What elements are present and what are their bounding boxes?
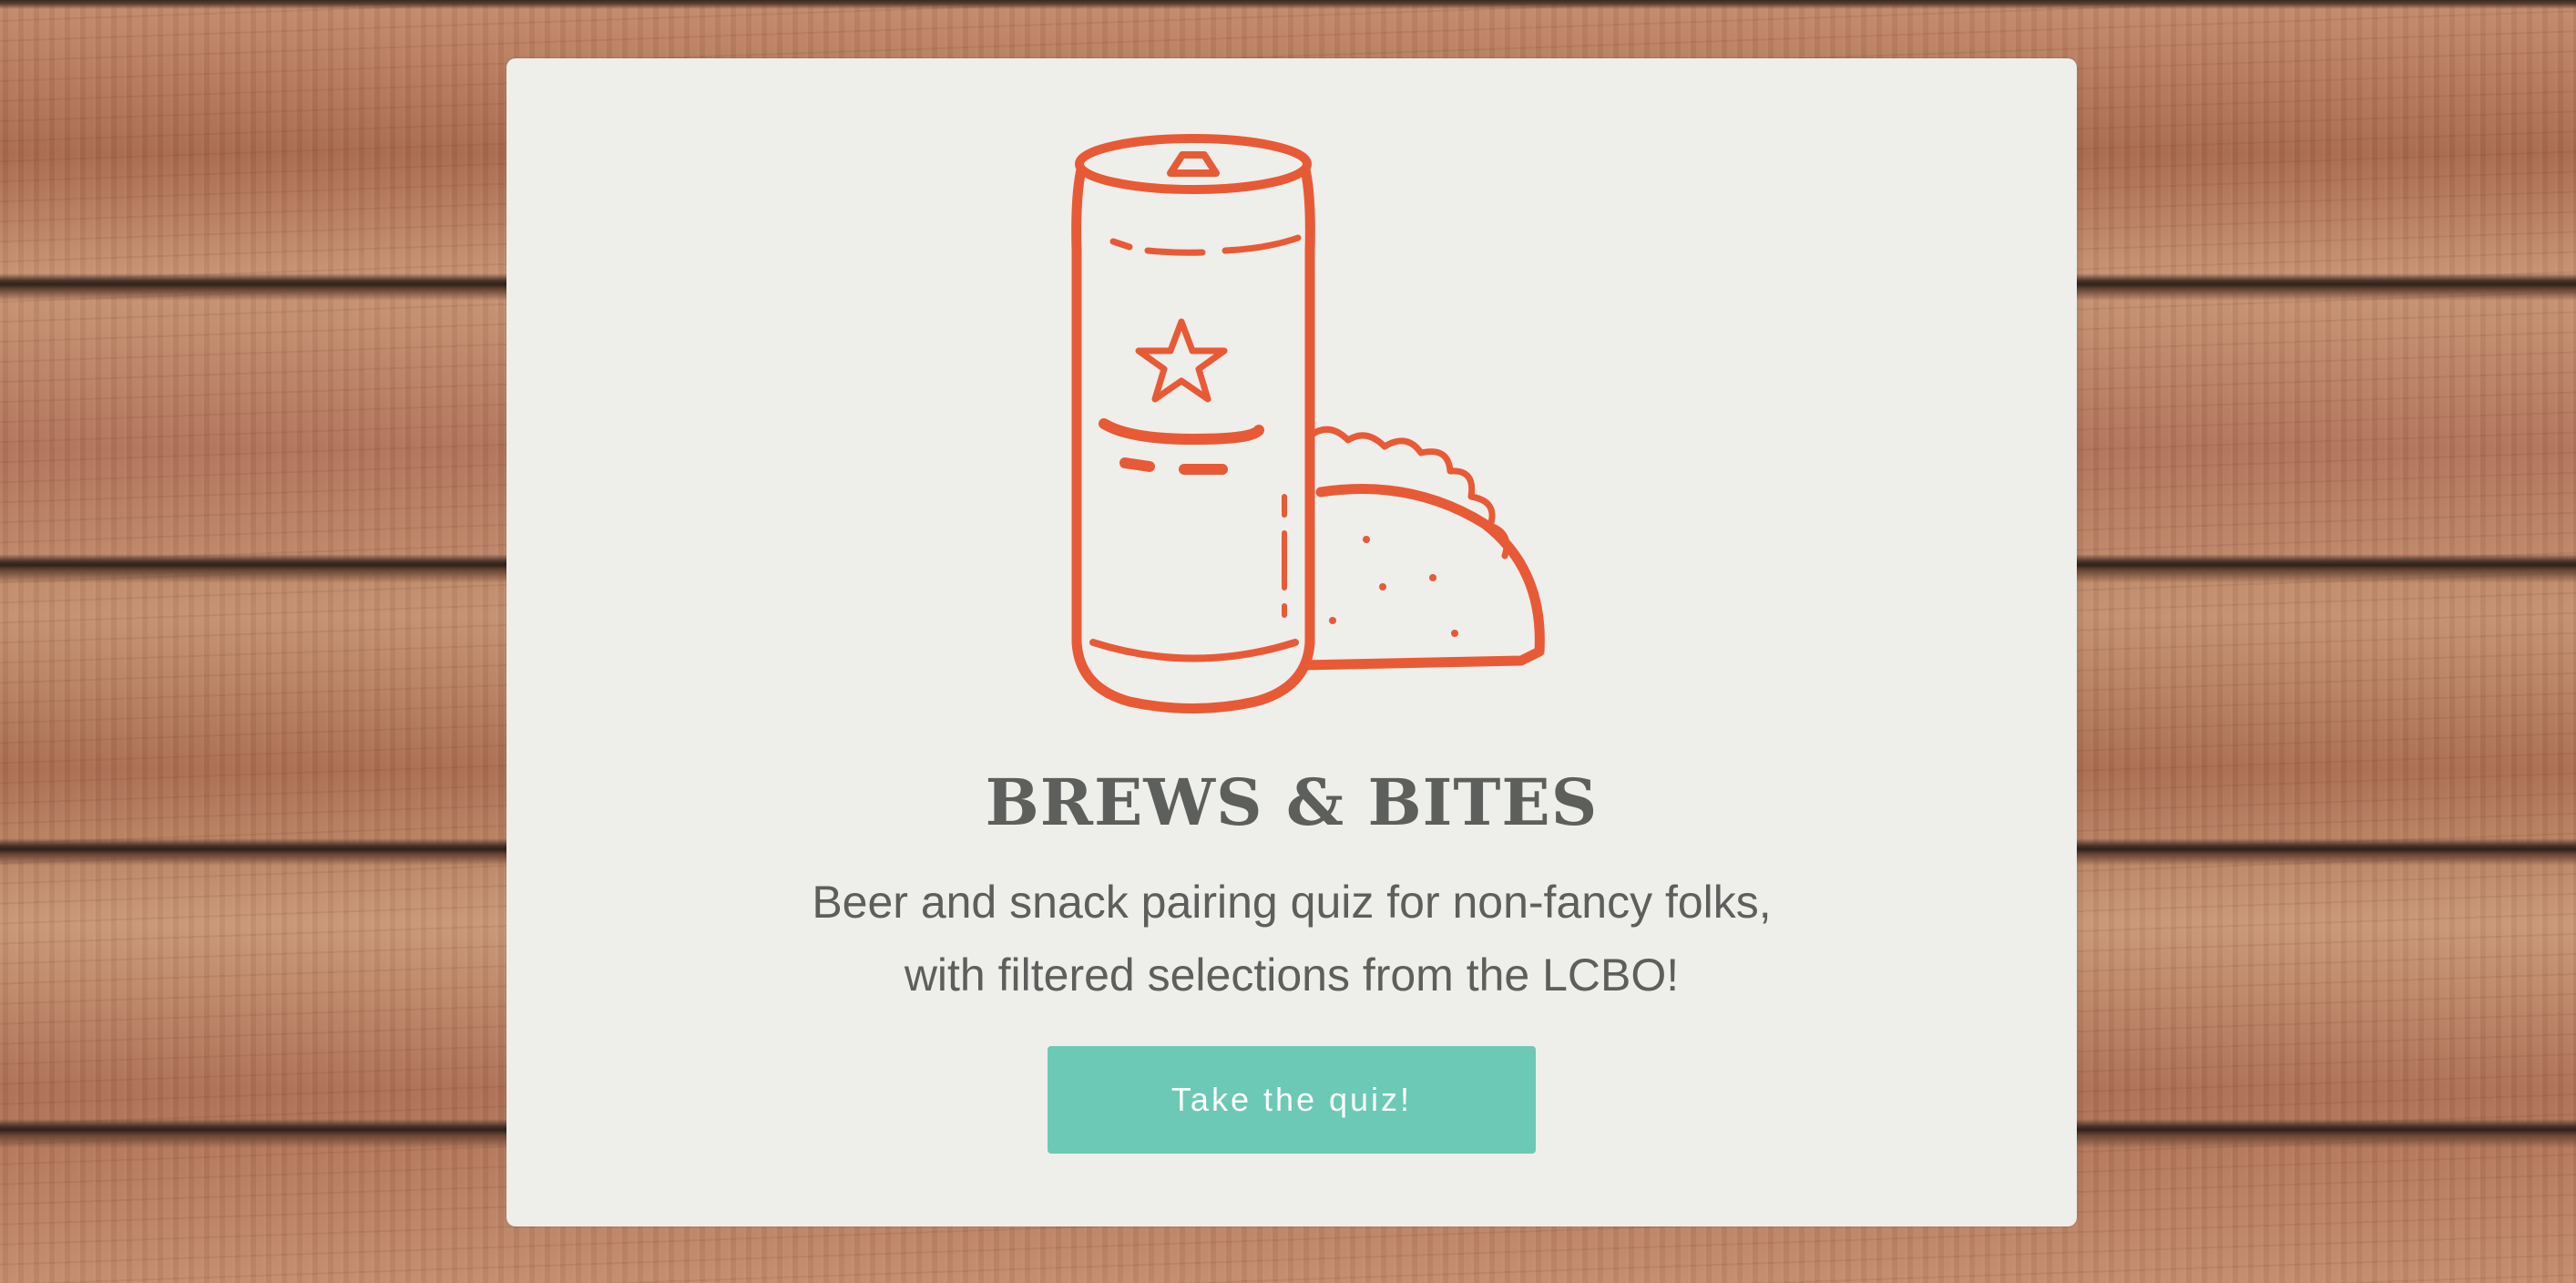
tagline-line-1: Beer and snack pairing quiz for non-fanc… <box>812 877 1772 928</box>
tagline-line-2: with filtered selections from the LCBO! <box>904 949 1680 1001</box>
beer-can-and-taco-icon <box>1071 134 1545 713</box>
app-title: BREWS & BITES <box>985 765 1599 840</box>
tagline: Beer and snack pairing quiz for non-fanc… <box>506 866 2077 1011</box>
take-quiz-button[interactable]: Take the quiz! <box>1048 1046 1536 1154</box>
